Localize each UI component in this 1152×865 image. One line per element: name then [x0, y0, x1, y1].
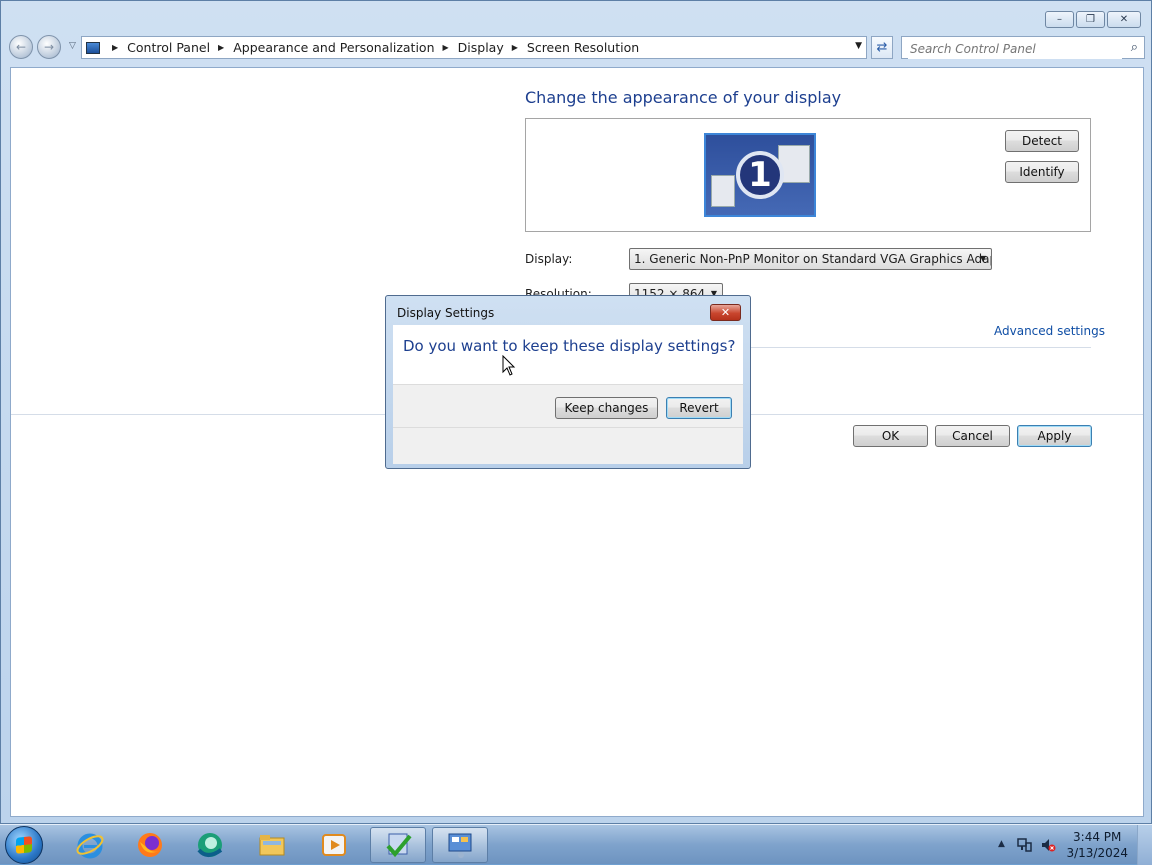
- browser-icon: [197, 833, 223, 857]
- breadcrumb-appearance[interactable]: Appearance and Personalization: [233, 40, 434, 55]
- taskbar-file-explorer[interactable]: [244, 827, 300, 863]
- media-player-icon: [322, 834, 346, 856]
- search-icon[interactable]: ⌕: [1131, 40, 1138, 55]
- revert-button[interactable]: Revert: [666, 397, 732, 419]
- divider: [393, 427, 743, 428]
- restore-button[interactable]: ❐: [1076, 11, 1105, 28]
- taskbar-control-panel[interactable]: [432, 827, 488, 863]
- firefox-icon: [138, 833, 162, 857]
- control-panel-icon: [86, 41, 100, 54]
- search-input[interactable]: [908, 38, 1122, 59]
- dialog-body: Do you want to keep these display settin…: [393, 325, 743, 464]
- address-dropdown-icon[interactable]: ▼: [855, 41, 862, 51]
- breadcrumb-control-panel[interactable]: Control Panel: [127, 40, 210, 55]
- show-desktop-button[interactable]: [1137, 825, 1152, 865]
- control-panel-icon: [448, 833, 472, 858]
- advanced-settings-link[interactable]: Advanced settings: [994, 324, 1105, 338]
- page-title: Change the appearance of your display: [525, 88, 842, 107]
- dialog-footer: Keep changes Revert: [393, 384, 743, 464]
- breadcrumb-separator-icon[interactable]: ▶: [512, 43, 518, 52]
- back-arrow-icon: ←: [15, 40, 27, 54]
- monitor-1-icon[interactable]: 1: [704, 133, 816, 217]
- cancel-button[interactable]: Cancel: [935, 425, 1010, 447]
- detect-button[interactable]: Detect: [1005, 130, 1079, 152]
- checkmark-icon: [386, 833, 412, 858]
- taskbar-media-player[interactable]: [306, 827, 362, 863]
- display-select[interactable]: 1. Generic Non-PnP Monitor on Standard V…: [629, 248, 992, 270]
- apply-button[interactable]: Apply: [1017, 425, 1092, 447]
- minimize-button[interactable]: –: [1045, 11, 1074, 28]
- breadcrumb-screen-resolution[interactable]: Screen Resolution: [527, 40, 639, 55]
- caption-buttons: – ❐ ✕: [1045, 11, 1141, 28]
- taskbar-clock[interactable]: 3:44 PM 3/13/2024: [1066, 829, 1128, 861]
- windows-logo-icon: [16, 836, 32, 854]
- tray-expand-icon[interactable]: ▲: [998, 839, 1005, 849]
- display-select-value: 1. Generic Non-PnP Monitor on Standard V…: [634, 252, 992, 266]
- forward-arrow-icon: →: [43, 40, 55, 54]
- address-bar[interactable]: ▶ Control Panel ▶ Appearance and Persona…: [81, 36, 867, 59]
- dialog-question: Do you want to keep these display settin…: [403, 337, 736, 355]
- monitor-window-graphic: [711, 175, 735, 207]
- refresh-icon: ⇄: [876, 40, 888, 55]
- refresh-button[interactable]: ⇄: [871, 36, 893, 59]
- system-tray: ▲ 3:44 PM 3/13/2024: [992, 825, 1152, 865]
- forward-button[interactable]: →: [37, 35, 61, 59]
- recent-pages-dropdown-icon[interactable]: ▽: [69, 41, 76, 51]
- close-button[interactable]: ✕: [1107, 11, 1141, 28]
- monitor-arrangement-box: 1 Detect Identify: [525, 118, 1091, 232]
- taskbar-firefox[interactable]: [122, 827, 178, 863]
- network-icon[interactable]: [1016, 837, 1032, 853]
- display-label: Display:: [525, 252, 573, 266]
- internet-explorer-icon: [76, 833, 104, 859]
- breadcrumb-display[interactable]: Display: [458, 40, 504, 55]
- back-button[interactable]: ←: [9, 35, 33, 59]
- chevron-down-icon: ▼: [979, 254, 986, 263]
- identify-button[interactable]: Identify: [1005, 161, 1079, 183]
- taskbar-check-app[interactable]: [370, 827, 426, 863]
- dialog-close-button[interactable]: ✕: [710, 304, 741, 321]
- navigation-bar: ← → ▽ ▶ Control Panel ▶ Appearance and P…: [9, 35, 1145, 61]
- breadcrumb-separator-icon[interactable]: ▶: [443, 43, 449, 52]
- mouse-cursor-icon: [502, 355, 516, 376]
- volume-muted-icon[interactable]: [1040, 837, 1056, 853]
- search-box[interactable]: ⌕: [901, 36, 1145, 59]
- folder-icon: [259, 835, 285, 856]
- clock-date: 3/13/2024: [1066, 846, 1128, 860]
- dialog-title: Display Settings: [397, 306, 495, 320]
- ok-button[interactable]: OK: [853, 425, 928, 447]
- keep-changes-button[interactable]: Keep changes: [555, 397, 658, 419]
- start-button[interactable]: [5, 826, 43, 864]
- taskbar-internet-explorer[interactable]: [62, 827, 118, 863]
- taskbar-edge[interactable]: [182, 827, 238, 863]
- monitor-number: 1: [736, 151, 784, 199]
- taskbar: ▲ 3:44 PM 3/13/2024: [0, 824, 1152, 865]
- breadcrumb-separator-icon[interactable]: ▶: [112, 43, 118, 52]
- display-settings-dialog: Display Settings ✕ Do you want to keep t…: [385, 295, 751, 469]
- clock-time: 3:44 PM: [1073, 830, 1122, 844]
- breadcrumb-separator-icon[interactable]: ▶: [218, 43, 224, 52]
